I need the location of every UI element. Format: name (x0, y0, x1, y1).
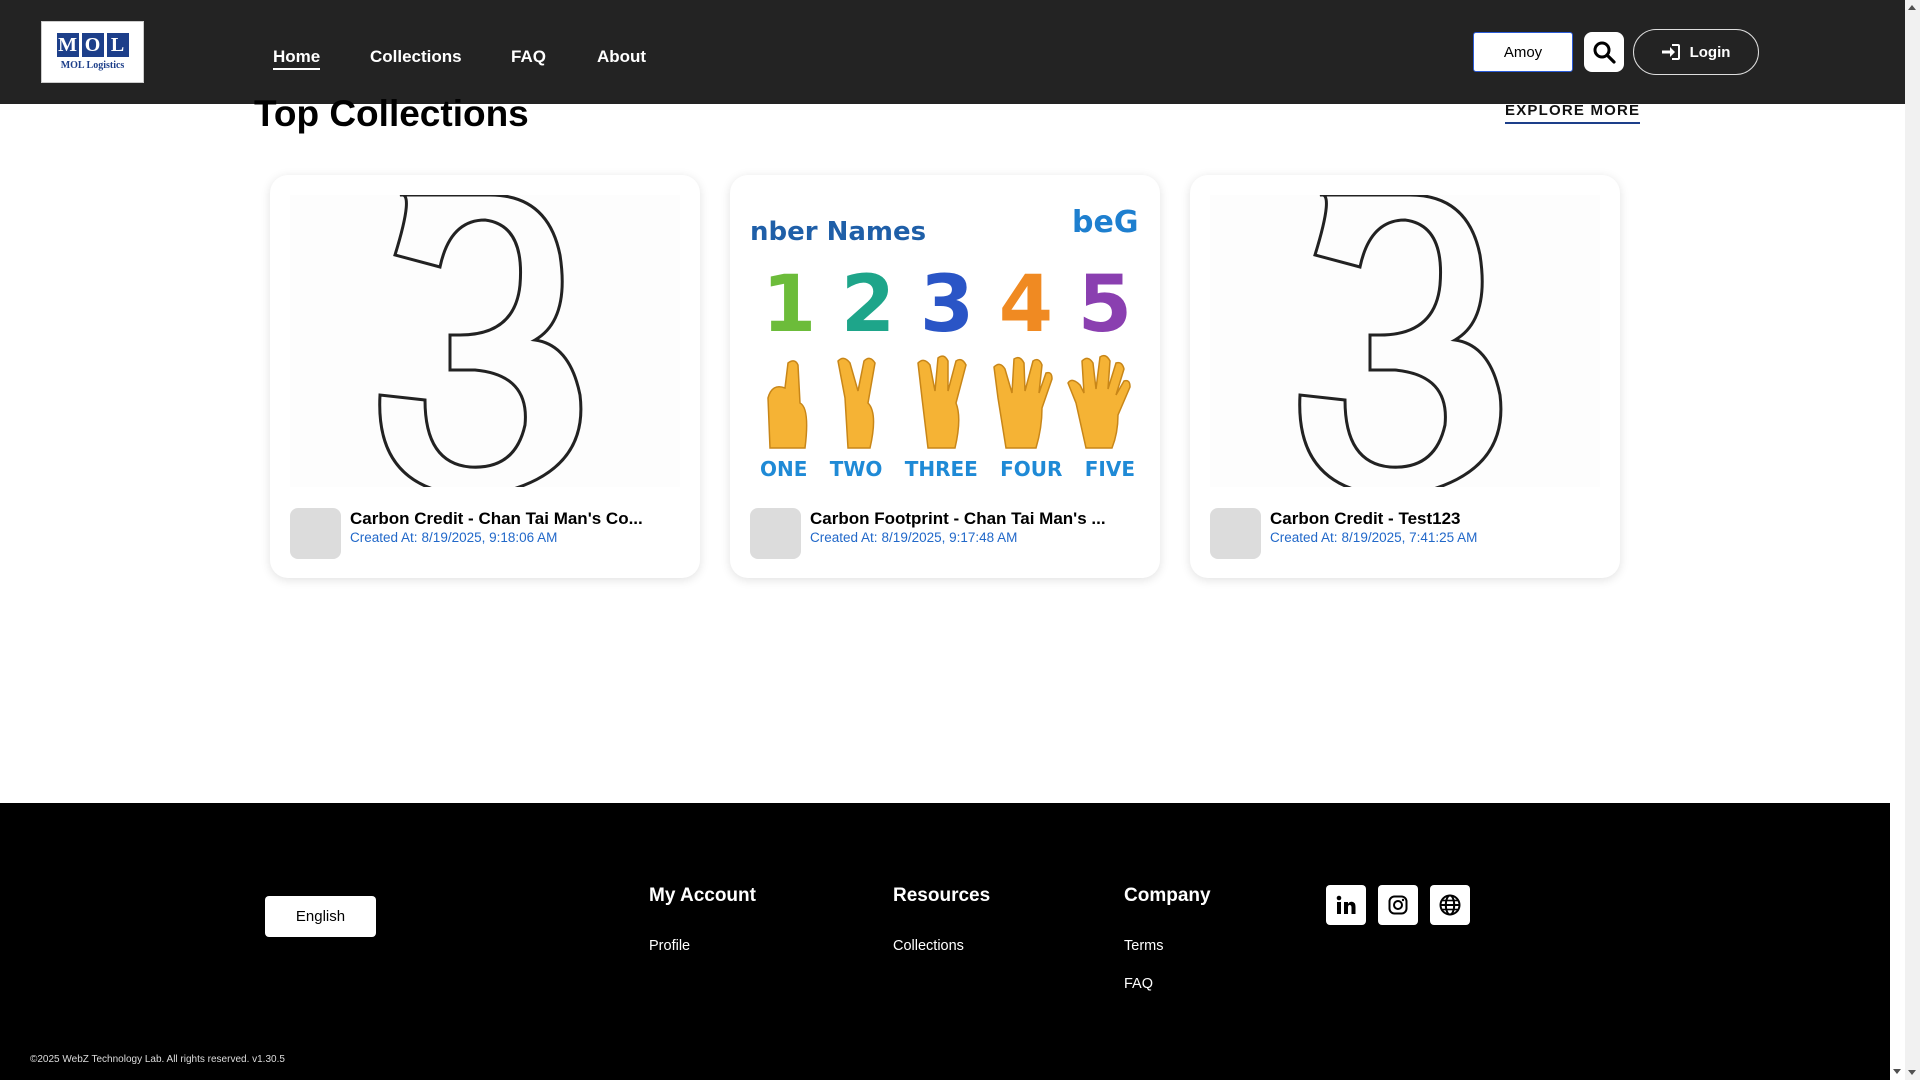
search-button[interactable] (1584, 32, 1624, 72)
network-selector[interactable]: Amoy (1473, 32, 1573, 72)
search-icon (1593, 41, 1616, 64)
digit-three: 3 (919, 260, 975, 350)
logo-letters: M O L (56, 33, 129, 57)
created-at-value: 8/19/2025, 9:18:06 AM (421, 530, 558, 545)
instagram-button[interactable] (1378, 885, 1418, 925)
word-one: ONE (760, 457, 808, 481)
collection-image (1210, 195, 1600, 487)
logo-letter: L (106, 33, 129, 57)
nav-about[interactable]: About (597, 47, 646, 67)
collection-created-at: Created At: 8/19/2025, 9:18:06 AM (350, 530, 561, 545)
linkedin-icon (1336, 895, 1356, 914)
word-three: THREE (904, 457, 978, 481)
nav-faq[interactable]: FAQ (511, 47, 546, 67)
collection-avatar (750, 508, 801, 559)
globe-icon (1439, 894, 1461, 916)
footer-heading-company: Company (1124, 885, 1211, 906)
logo-subtitle: MOL Logistics (60, 60, 125, 71)
collection-card[interactable]: Carbon Credit - Test123 Created At: 8/19/… (1190, 175, 1620, 578)
website-button[interactable] (1430, 885, 1470, 925)
created-at-value: 8/19/2025, 7:41:25 AM (1341, 530, 1478, 545)
digit-five: 5 (1077, 260, 1132, 350)
word-two: TWO (829, 457, 883, 481)
collection-avatar (290, 508, 341, 559)
site-footer: English My Account Profile Resources Col… (0, 803, 1890, 1080)
nav-collections[interactable]: Collections (370, 47, 462, 67)
instagram-icon (1388, 895, 1408, 915)
created-at-value: 8/19/2025, 9:17:48 AM (881, 530, 1018, 545)
language-selector[interactable]: English (265, 896, 376, 937)
digit-four: 4 (998, 260, 1054, 350)
page-scrollbar[interactable] (1905, 0, 1920, 1080)
collection-card[interactable]: Carbon Credit - Chan Tai Man's Co... Cre… (270, 175, 700, 578)
login-button[interactable]: Login (1633, 29, 1759, 75)
created-at-label: Created At: (350, 530, 418, 545)
footer-link-collections[interactable]: Collections (893, 938, 964, 954)
collection-image (290, 195, 680, 487)
collection-card[interactable]: nber Names beG 1 2 3 4 5 ONE TWO THREE F… (730, 175, 1160, 578)
digit-two: 2 (840, 260, 896, 350)
digit-one: 1 (762, 260, 817, 350)
top-navbar: M O L MOL Logistics Home Collections FAQ… (0, 0, 1905, 104)
collection-title: Carbon Credit - Test123 (1270, 509, 1461, 528)
scroll-up-icon[interactable] (1908, 5, 1916, 10)
footer-heading-resources: Resources (893, 885, 991, 906)
inner-scroll-down-icon[interactable] (1893, 1069, 1901, 1074)
nav-home[interactable]: Home (273, 47, 321, 70)
collection-avatar (1210, 508, 1261, 559)
logo-letter: O (81, 33, 104, 57)
image-brand: beG (1072, 205, 1139, 240)
created-at-label: Created At: (810, 530, 878, 545)
mol-logo[interactable]: M O L MOL Logistics (41, 21, 144, 83)
copyright-text: ©2025 WebZ Technology Lab. All rights re… (30, 1054, 285, 1065)
logo-letter: M (56, 33, 79, 57)
login-label: Login (1689, 43, 1731, 61)
collection-title: Carbon Footprint - Chan Tai Man's ... (810, 509, 1106, 528)
created-at-label: Created At: (1270, 530, 1338, 545)
collection-created-at: Created At: 8/19/2025, 9:17:48 AM (810, 530, 1021, 545)
image-heading: nber Names (750, 217, 927, 247)
linkedin-button[interactable] (1326, 885, 1366, 925)
word-five: FIVE (1084, 457, 1135, 481)
footer-link-faq[interactable]: FAQ (1124, 976, 1153, 992)
page-title: Top Collections (254, 93, 529, 134)
footer-link-profile[interactable]: Profile (649, 938, 690, 954)
collection-image: nber Names beG 1 2 3 4 5 ONE TWO THREE F… (750, 195, 1140, 487)
login-icon (1661, 44, 1680, 60)
collection-title: Carbon Credit - Chan Tai Man's Co... (350, 509, 643, 528)
footer-link-terms[interactable]: Terms (1124, 938, 1163, 954)
scroll-down-icon[interactable] (1908, 1070, 1916, 1075)
footer-heading-my-account: My Account (649, 885, 756, 906)
collection-created-at: Created At: 8/19/2025, 7:41:25 AM (1270, 530, 1481, 545)
explore-more-link[interactable]: EXPLORE MORE (1505, 102, 1641, 124)
word-four: FOUR (1000, 457, 1063, 481)
